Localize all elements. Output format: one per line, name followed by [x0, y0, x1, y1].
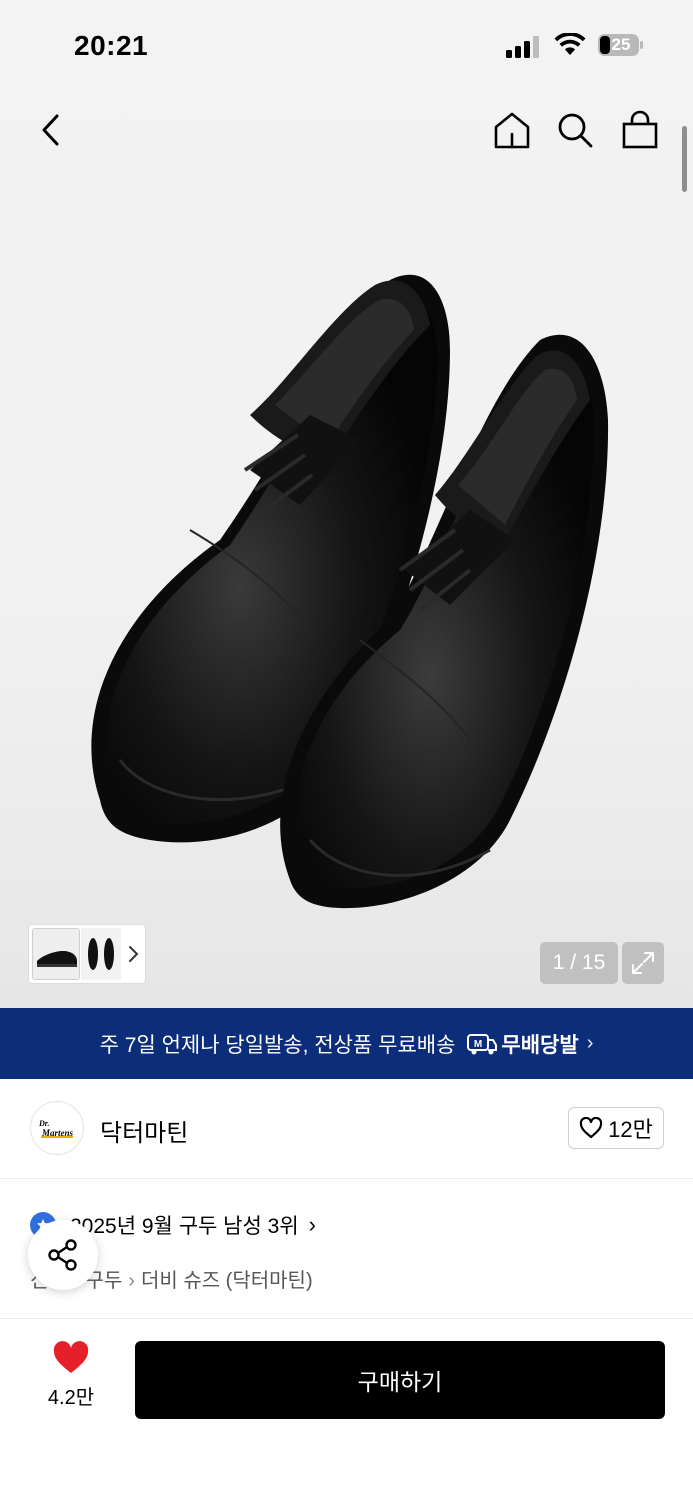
home-icon [494, 112, 530, 149]
heart-outline-icon [580, 1117, 603, 1139]
product-image-shoes[interactable] [60, 240, 640, 940]
brand-row: Dr. Martens 닥터마틴 12만 [0, 1079, 693, 1179]
badge-label: 무배당발 [501, 1033, 579, 1057]
thumbnail-1[interactable] [32, 928, 80, 980]
back-button[interactable] [28, 108, 72, 152]
breadcrumb-item[interactable]: 더비 슈즈 (닥터마틴) [141, 1270, 313, 1292]
thumbnail-2[interactable] [81, 928, 121, 980]
ranking-text: 2025년 9월 구두 남성 3위 [70, 1215, 299, 1238]
battery-level: 25 [611, 35, 631, 54]
status-bar: 20:21 25 [0, 0, 693, 92]
brand-logo[interactable]: Dr. Martens [30, 1101, 84, 1155]
brand-like-count: 12만 [608, 1117, 653, 1142]
delivery-icon-letter: M [474, 1039, 482, 1050]
brand-name[interactable]: 닥터마틴 [100, 1113, 188, 1148]
chevron-right-icon[interactable] [125, 943, 141, 965]
heart-filled-icon [53, 1341, 89, 1373]
buy-button[interactable]: 구매하기 [135, 1341, 665, 1419]
image-counter: 1 / 15 [540, 942, 618, 984]
favorite-button[interactable]: 4.2만 [28, 1341, 114, 1421]
share-icon [48, 1239, 77, 1271]
search-icon [558, 113, 593, 148]
chevron-right-icon: › [586, 1032, 594, 1054]
wifi-icon [554, 33, 586, 55]
favorite-count: 4.2만 [47, 1387, 95, 1409]
expand-icon [632, 952, 654, 974]
status-time: 20:21 [74, 30, 149, 61]
free-delivery-badge: M 무배당발 [467, 1029, 579, 1059]
home-button[interactable] [490, 108, 534, 152]
cart-button[interactable] [618, 108, 662, 152]
product-gallery[interactable]: 20:21 25 1 / 15 [0, 0, 693, 1008]
banner-text: 주 7일 언제나 당일발송, 전상품 무료배송 [99, 1033, 456, 1057]
thumbnail-strip[interactable] [28, 924, 146, 984]
delivery-banner[interactable]: 주 7일 언제나 당일발송, 전상품 무료배송 M 무배당발 › [0, 1008, 693, 1079]
fullscreen-button[interactable] [622, 942, 664, 984]
breadcrumb-separator: › [128, 1270, 135, 1292]
chevron-left-icon [42, 114, 59, 146]
shopping-bag-icon [622, 110, 658, 149]
scroll-indicator [682, 126, 687, 192]
delivery-truck-icon: M [467, 1033, 498, 1054]
battery-icon: 25 [598, 34, 644, 56]
svg-text:Dr.: Dr. [38, 1119, 49, 1128]
share-button[interactable] [28, 1220, 98, 1290]
chevron-right-icon: › [308, 1212, 316, 1237]
bottom-action-bar: 4.2만 구매하기 [0, 1318, 693, 1500]
search-button[interactable] [553, 108, 597, 152]
brand-like-button[interactable]: 12만 [568, 1107, 664, 1149]
top-navigation [0, 100, 693, 160]
brand-logo-mark: Dr. Martens [38, 1119, 74, 1138]
cellular-signal-icon [506, 36, 539, 58]
